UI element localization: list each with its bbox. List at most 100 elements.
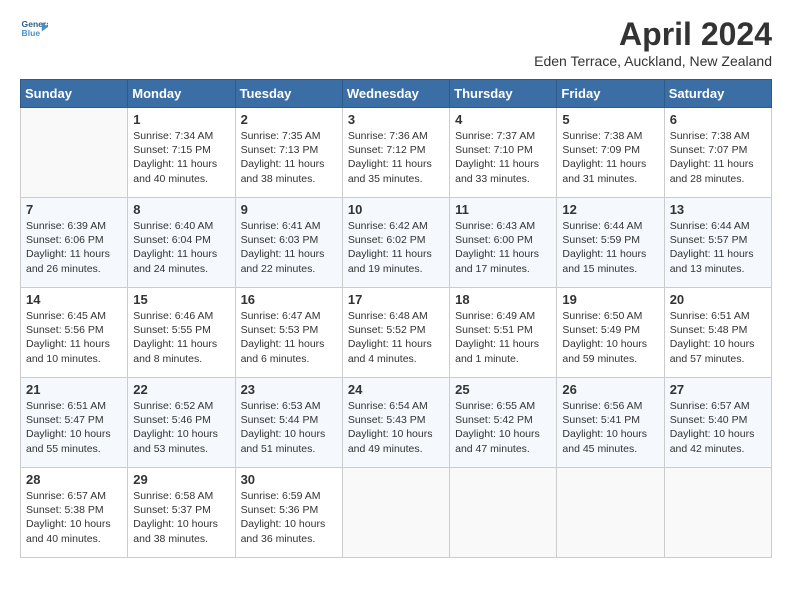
calendar-cell: 14 Sunrise: 6:45 AMSunset: 5:56 PMDayligh… xyxy=(21,288,128,378)
calendar-week-row: 14 Sunrise: 6:45 AMSunset: 5:56 PMDayligh… xyxy=(21,288,772,378)
calendar-cell: 29 Sunrise: 6:58 AMSunset: 5:37 PMDayligh… xyxy=(128,468,235,558)
day-info: Sunrise: 6:50 AMSunset: 5:49 PMDaylight:… xyxy=(562,309,658,366)
calendar-cell: 22 Sunrise: 6:52 AMSunset: 5:46 PMDayligh… xyxy=(128,378,235,468)
weekday-header-sunday: Sunday xyxy=(21,80,128,108)
calendar-cell: 12 Sunrise: 6:44 AMSunset: 5:59 PMDayligh… xyxy=(557,198,664,288)
day-number: 5 xyxy=(562,112,658,127)
day-number: 25 xyxy=(455,382,551,397)
calendar-cell: 16Sunrise: 6:47 AMSunset: 5:53 PMDayligh… xyxy=(235,288,342,378)
day-number: 27 xyxy=(670,382,766,397)
day-number: 14 xyxy=(26,292,122,307)
calendar-cell xyxy=(557,468,664,558)
day-number: 22 xyxy=(133,382,229,397)
day-info: Sunrise: 7:38 AMSunset: 7:09 PMDaylight:… xyxy=(562,129,658,186)
day-info: Sunrise: 6:45 AMSunset: 5:56 PMDaylight:… xyxy=(26,309,122,366)
location-title: Eden Terrace, Auckland, New Zealand xyxy=(534,53,772,69)
weekday-header-thursday: Thursday xyxy=(450,80,557,108)
calendar-cell xyxy=(21,108,128,198)
calendar-cell: 7 Sunrise: 6:39 AMSunset: 6:06 PMDaylight… xyxy=(21,198,128,288)
day-number: 6 xyxy=(670,112,766,127)
day-info: Sunrise: 6:51 AMSunset: 5:47 PMDaylight:… xyxy=(26,399,122,456)
day-number: 4 xyxy=(455,112,551,127)
calendar-cell: 13 Sunrise: 6:44 AMSunset: 5:57 PMDayligh… xyxy=(664,198,771,288)
calendar-cell: 15Sunrise: 6:46 AMSunset: 5:55 PMDayligh… xyxy=(128,288,235,378)
day-number: 19 xyxy=(562,292,658,307)
day-info: Sunrise: 6:46 AMSunset: 5:55 PMDaylight:… xyxy=(133,309,229,366)
calendar-cell: 5 Sunrise: 7:38 AMSunset: 7:09 PMDaylight… xyxy=(557,108,664,198)
calendar-cell: 26 Sunrise: 6:56 AMSunset: 5:41 PMDayligh… xyxy=(557,378,664,468)
day-info: Sunrise: 6:58 AMSunset: 5:37 PMDaylight:… xyxy=(133,489,229,546)
day-info: Sunrise: 6:40 AMSunset: 6:04 PMDaylight:… xyxy=(133,219,229,276)
calendar-cell xyxy=(342,468,449,558)
calendar-cell: 3 Sunrise: 7:36 AMSunset: 7:12 PMDaylight… xyxy=(342,108,449,198)
day-number: 28 xyxy=(26,472,122,487)
day-info: Sunrise: 6:44 AMSunset: 5:59 PMDaylight:… xyxy=(562,219,658,276)
day-info: Sunrise: 6:56 AMSunset: 5:41 PMDaylight:… xyxy=(562,399,658,456)
day-info: Sunrise: 6:55 AMSunset: 5:42 PMDaylight:… xyxy=(455,399,551,456)
day-info: Sunrise: 6:42 AMSunset: 6:02 PMDaylight:… xyxy=(348,219,444,276)
day-number: 13 xyxy=(670,202,766,217)
calendar-cell: 17 Sunrise: 6:48 AMSunset: 5:52 PMDayligh… xyxy=(342,288,449,378)
day-info: Sunrise: 6:59 AMSunset: 5:36 PMDaylight:… xyxy=(241,489,337,546)
weekday-header-monday: Monday xyxy=(128,80,235,108)
logo-icon: General Blue xyxy=(20,16,48,44)
day-number: 9 xyxy=(241,202,337,217)
day-number: 17 xyxy=(348,292,444,307)
page-header: General Blue April 2024 Eden Terrace, Au… xyxy=(20,16,772,69)
calendar-cell: 11 Sunrise: 6:43 AMSunset: 6:00 PMDayligh… xyxy=(450,198,557,288)
calendar-cell: 25 Sunrise: 6:55 AMSunset: 5:42 PMDayligh… xyxy=(450,378,557,468)
calendar-cell: 19 Sunrise: 6:50 AMSunset: 5:49 PMDayligh… xyxy=(557,288,664,378)
day-number: 1 xyxy=(133,112,229,127)
day-number: 26 xyxy=(562,382,658,397)
day-info: Sunrise: 7:38 AMSunset: 7:07 PMDaylight:… xyxy=(670,129,766,186)
day-info: Sunrise: 6:41 AMSunset: 6:03 PMDaylight:… xyxy=(241,219,337,276)
day-number: 7 xyxy=(26,202,122,217)
day-info: Sunrise: 6:54 AMSunset: 5:43 PMDaylight:… xyxy=(348,399,444,456)
day-info: Sunrise: 6:39 AMSunset: 6:06 PMDaylight:… xyxy=(26,219,122,276)
day-info: Sunrise: 6:49 AMSunset: 5:51 PMDaylight:… xyxy=(455,309,551,366)
calendar-cell: 28Sunrise: 6:57 AMSunset: 5:38 PMDayligh… xyxy=(21,468,128,558)
calendar-cell: 6 Sunrise: 7:38 AMSunset: 7:07 PMDaylight… xyxy=(664,108,771,198)
day-number: 21 xyxy=(26,382,122,397)
weekday-header-tuesday: Tuesday xyxy=(235,80,342,108)
day-info: Sunrise: 6:57 AMSunset: 5:40 PMDaylight:… xyxy=(670,399,766,456)
calendar-cell: 27 Sunrise: 6:57 AMSunset: 5:40 PMDayligh… xyxy=(664,378,771,468)
weekday-header-saturday: Saturday xyxy=(664,80,771,108)
calendar-cell: 9 Sunrise: 6:41 AMSunset: 6:03 PMDaylight… xyxy=(235,198,342,288)
calendar-cell: 10Sunrise: 6:42 AMSunset: 6:02 PMDayligh… xyxy=(342,198,449,288)
day-info: Sunrise: 6:52 AMSunset: 5:46 PMDaylight:… xyxy=(133,399,229,456)
svg-text:Blue: Blue xyxy=(22,28,41,38)
logo: General Blue xyxy=(20,16,48,44)
day-info: Sunrise: 7:37 AMSunset: 7:10 PMDaylight:… xyxy=(455,129,551,186)
day-number: 16 xyxy=(241,292,337,307)
day-number: 11 xyxy=(455,202,551,217)
day-info: Sunrise: 7:34 AMSunset: 7:15 PMDaylight:… xyxy=(133,129,229,186)
day-info: Sunrise: 7:36 AMSunset: 7:12 PMDaylight:… xyxy=(348,129,444,186)
day-number: 12 xyxy=(562,202,658,217)
day-number: 29 xyxy=(133,472,229,487)
day-info: Sunrise: 6:44 AMSunset: 5:57 PMDaylight:… xyxy=(670,219,766,276)
calendar-week-row: 7 Sunrise: 6:39 AMSunset: 6:06 PMDaylight… xyxy=(21,198,772,288)
day-info: Sunrise: 6:48 AMSunset: 5:52 PMDaylight:… xyxy=(348,309,444,366)
day-info: Sunrise: 6:43 AMSunset: 6:00 PMDaylight:… xyxy=(455,219,551,276)
day-number: 2 xyxy=(241,112,337,127)
day-info: Sunrise: 7:35 AMSunset: 7:13 PMDaylight:… xyxy=(241,129,337,186)
day-info: Sunrise: 6:53 AMSunset: 5:44 PMDaylight:… xyxy=(241,399,337,456)
day-number: 24 xyxy=(348,382,444,397)
day-number: 3 xyxy=(348,112,444,127)
calendar-cell: 8 Sunrise: 6:40 AMSunset: 6:04 PMDaylight… xyxy=(128,198,235,288)
calendar-cell: 30Sunrise: 6:59 AMSunset: 5:36 PMDayligh… xyxy=(235,468,342,558)
weekday-header-row: SundayMondayTuesdayWednesdayThursdayFrid… xyxy=(21,80,772,108)
day-number: 8 xyxy=(133,202,229,217)
calendar-cell: 24 Sunrise: 6:54 AMSunset: 5:43 PMDayligh… xyxy=(342,378,449,468)
day-info: Sunrise: 6:51 AMSunset: 5:48 PMDaylight:… xyxy=(670,309,766,366)
calendar-cell: 20Sunrise: 6:51 AMSunset: 5:48 PMDayligh… xyxy=(664,288,771,378)
calendar-cell: 1 Sunrise: 7:34 AMSunset: 7:15 PMDaylight… xyxy=(128,108,235,198)
calendar-week-row: 1 Sunrise: 7:34 AMSunset: 7:15 PMDaylight… xyxy=(21,108,772,198)
weekday-header-friday: Friday xyxy=(557,80,664,108)
calendar-cell: 23Sunrise: 6:53 AMSunset: 5:44 PMDayligh… xyxy=(235,378,342,468)
calendar-cell xyxy=(450,468,557,558)
month-title: April 2024 xyxy=(534,16,772,53)
day-number: 18 xyxy=(455,292,551,307)
calendar-cell: 4 Sunrise: 7:37 AMSunset: 7:10 PMDaylight… xyxy=(450,108,557,198)
